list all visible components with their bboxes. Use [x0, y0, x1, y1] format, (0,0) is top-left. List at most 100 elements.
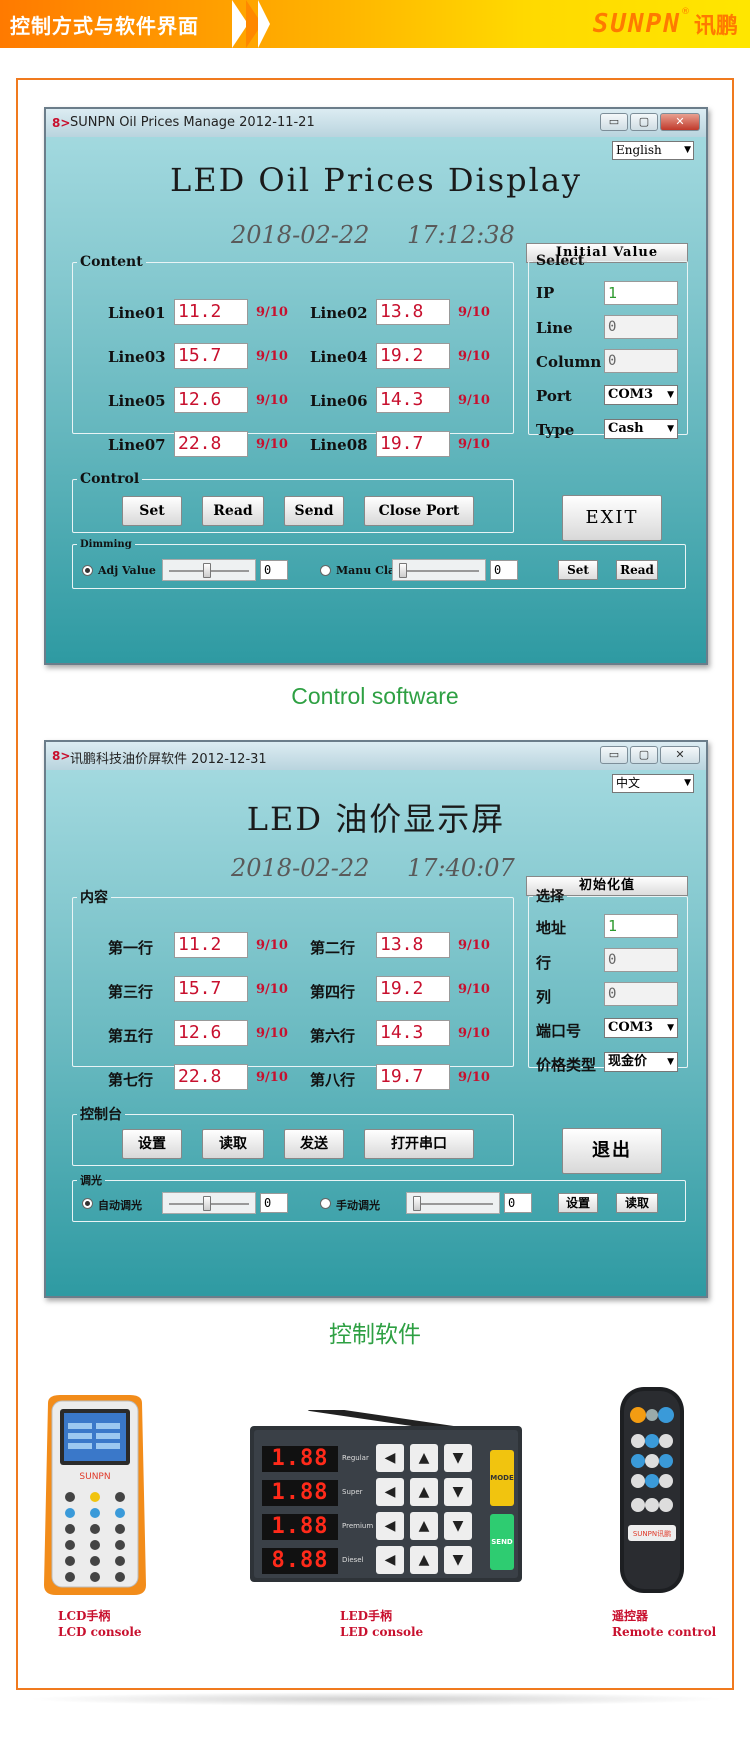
slider-thumb[interactable]: [203, 563, 211, 578]
send-hw-button[interactable]: SEND: [490, 1514, 514, 1570]
line-input[interactable]: 0: [604, 315, 678, 339]
adj-label: Adj Value: [98, 564, 156, 577]
arrow-left-icon[interactable]: ◀: [376, 1444, 404, 1472]
minimize-icon[interactable]: ▭: [600, 113, 628, 131]
line-fraction: 9/10: [256, 938, 288, 953]
arrow-down-icon[interactable]: ▼: [444, 1546, 472, 1574]
arrow-left-icon[interactable]: ◀: [376, 1546, 404, 1574]
line-label: Line07: [108, 436, 166, 454]
set-button[interactable]: 设置: [122, 1129, 182, 1159]
line-value-input[interactable]: 15.7: [174, 976, 248, 1002]
send-button[interactable]: Send: [284, 496, 344, 526]
mode-button[interactable]: MODE: [490, 1450, 514, 1506]
slider-thumb[interactable]: [413, 1196, 421, 1211]
line-value-input[interactable]: 22.8: [174, 431, 248, 457]
window-titlebar: 8> SUNPN Oil Prices Manage 2012-11-21 ▭ …: [46, 109, 706, 137]
arrow-up-icon[interactable]: ▲: [410, 1478, 438, 1506]
column-input[interactable]: 0: [604, 349, 678, 373]
line-value-input[interactable]: 11.2: [174, 299, 248, 325]
arrow-down-icon[interactable]: ▼: [444, 1478, 472, 1506]
remote-label-cn: 遥控器: [612, 1609, 649, 1623]
set-button[interactable]: Set: [122, 496, 182, 526]
chevron-down-icon: ▼: [684, 778, 691, 788]
ip-input[interactable]: 1: [604, 281, 678, 305]
port-select[interactable]: COM3 ▼: [604, 385, 678, 405]
type-select[interactable]: 现金价 ▼: [604, 1052, 678, 1072]
arrow-left-icon[interactable]: ◀: [376, 1478, 404, 1506]
line-value-input[interactable]: 19.2: [376, 976, 450, 1002]
led-console: 1.88 Regular ◀ ▲ ▼ 1.88 Super ◀ ▲ ▼ 1.88 Premium ◀ ▲ ▼…: [250, 1405, 522, 1582]
manu-radio[interactable]: [320, 565, 331, 576]
adj-value[interactable]: 0: [260, 560, 288, 580]
line-label: Line03: [108, 348, 166, 366]
arrow-left-icon[interactable]: ◀: [376, 1512, 404, 1540]
arrow-down-icon[interactable]: ▼: [444, 1512, 472, 1540]
type-label: 价格类型: [536, 1056, 597, 1074]
dim-set-button[interactable]: Set: [558, 560, 598, 580]
read-button[interactable]: 读取: [202, 1129, 264, 1159]
arrow-down-icon[interactable]: ▼: [444, 1444, 472, 1472]
manu-radio[interactable]: [320, 1198, 331, 1209]
column-input[interactable]: 0: [604, 982, 678, 1006]
banner-chevron: [258, 0, 270, 48]
adj-radio[interactable]: [82, 565, 93, 576]
line-value-input[interactable]: 13.8: [376, 299, 450, 325]
line-value-input[interactable]: 12.6: [174, 387, 248, 413]
line-value-input[interactable]: 19.7: [376, 1064, 450, 1090]
column-label: Column: [536, 353, 602, 371]
line-value-input[interactable]: 19.2: [376, 343, 450, 369]
ip-input[interactable]: 1: [604, 914, 678, 938]
adj-slider[interactable]: [162, 1192, 256, 1214]
line-value-input[interactable]: 14.3: [376, 1020, 450, 1046]
arrow-up-icon[interactable]: ▲: [410, 1512, 438, 1540]
led-label: LED手柄 LED console: [340, 1608, 423, 1640]
app-icon: 8>: [52, 116, 71, 130]
type-select[interactable]: Cash ▼: [604, 419, 678, 439]
port-button[interactable]: 打开串口: [364, 1129, 474, 1159]
line-label: Line06: [310, 392, 368, 410]
line-value-input[interactable]: 14.3: [376, 387, 450, 413]
slider-thumb[interactable]: [399, 563, 407, 578]
line-label: Line05: [108, 392, 166, 410]
close-icon[interactable]: ✕: [660, 746, 700, 764]
line-value-input[interactable]: 15.7: [174, 343, 248, 369]
line-value-input[interactable]: 12.6: [174, 1020, 248, 1046]
dim-read-button[interactable]: Read: [616, 560, 658, 580]
exit-button[interactable]: EXIT: [562, 495, 662, 541]
language-select[interactable]: 中文 ▼: [612, 774, 694, 793]
line-value-input[interactable]: 11.2: [174, 932, 248, 958]
read-button[interactable]: Read: [202, 496, 264, 526]
line-value-input[interactable]: 22.8: [174, 1064, 248, 1090]
manu-value[interactable]: 0: [504, 1193, 532, 1213]
dim-set-button[interactable]: 设置: [558, 1193, 598, 1213]
line-label: 第一行: [108, 939, 154, 957]
manu-value[interactable]: 0: [490, 560, 518, 580]
minimize-icon[interactable]: ▭: [600, 746, 628, 764]
line-fraction: 9/10: [256, 393, 288, 408]
manu-slider[interactable]: [392, 559, 486, 581]
language-select[interactable]: English ▼: [612, 141, 694, 160]
line-fraction: 9/10: [256, 437, 288, 452]
line-value-input[interactable]: 13.8: [376, 932, 450, 958]
window-title: SUNPN Oil Prices Manage 2012-11-21: [70, 115, 315, 130]
arrow-up-icon[interactable]: ▲: [410, 1444, 438, 1472]
slider-thumb[interactable]: [203, 1196, 211, 1211]
led-digits: 8.88: [262, 1548, 338, 1574]
port-select[interactable]: COM3 ▼: [604, 1018, 678, 1038]
port-button[interactable]: Close Port: [364, 496, 474, 526]
dim-read-button[interactable]: 读取: [616, 1193, 658, 1213]
line-input[interactable]: 0: [604, 948, 678, 972]
maximize-icon[interactable]: ▢: [630, 113, 658, 131]
line-value-input[interactable]: 19.7: [376, 431, 450, 457]
adj-radio[interactable]: [82, 1198, 93, 1209]
ip-label: 地址: [536, 919, 567, 937]
maximize-icon[interactable]: ▢: [630, 746, 658, 764]
adj-value[interactable]: 0: [260, 1193, 288, 1213]
adj-slider[interactable]: [162, 559, 256, 581]
exit-button[interactable]: 退出: [562, 1128, 662, 1174]
send-button[interactable]: 发送: [284, 1129, 344, 1159]
close-icon[interactable]: ✕: [660, 113, 700, 131]
manu-slider[interactable]: [406, 1192, 500, 1214]
fuel-label: Diesel: [342, 1556, 364, 1564]
arrow-up-icon[interactable]: ▲: [410, 1546, 438, 1574]
